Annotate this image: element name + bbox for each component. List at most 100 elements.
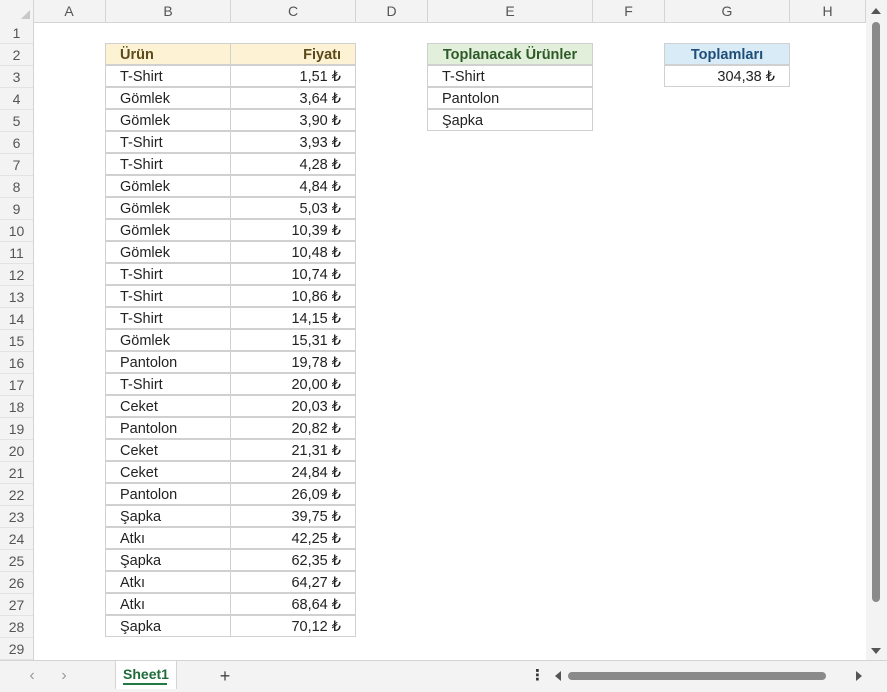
product-cell[interactable]: T-Shirt [105, 285, 231, 307]
product-cell[interactable]: Gömlek [105, 197, 231, 219]
product-cell[interactable]: Şapka [105, 549, 231, 571]
row-header[interactable]: 1 [0, 22, 33, 44]
price-cell[interactable]: 10,39 ₺ [230, 219, 356, 241]
price-cell[interactable]: 15,31 ₺ [230, 329, 356, 351]
price-cell[interactable]: 21,31 ₺ [230, 439, 356, 461]
price-cell[interactable]: 20,00 ₺ [230, 373, 356, 395]
product-cell[interactable]: Ceket [105, 439, 231, 461]
row-header[interactable]: 23 [0, 506, 33, 528]
row-header[interactable]: 22 [0, 484, 33, 506]
price-cell[interactable]: 4,28 ₺ [230, 153, 356, 175]
vertical-scrollbar[interactable] [866, 0, 887, 660]
row-header[interactable]: 19 [0, 418, 33, 440]
row-header[interactable]: 8 [0, 176, 33, 198]
horizontal-scroll-thumb[interactable] [568, 672, 826, 680]
column-header-e[interactable]: E [428, 0, 593, 22]
price-cell[interactable]: 26,09 ₺ [230, 483, 356, 505]
product-cell[interactable]: Gömlek [105, 109, 231, 131]
product-cell[interactable]: T-Shirt [105, 65, 231, 87]
row-header[interactable]: 16 [0, 352, 33, 374]
price-cell[interactable]: 3,93 ₺ [230, 131, 356, 153]
row-header[interactable]: 25 [0, 550, 33, 572]
product-cell[interactable]: Atkı [105, 593, 231, 615]
scroll-down-arrow-icon[interactable] [871, 648, 881, 654]
price-cell[interactable]: 3,90 ₺ [230, 109, 356, 131]
product-cell[interactable]: Gömlek [105, 87, 231, 109]
price-cell[interactable]: 19,78 ₺ [230, 351, 356, 373]
row-header[interactable]: 20 [0, 440, 33, 462]
more-options-icon[interactable]: ⋮ [530, 665, 545, 687]
header-product[interactable]: Ürün [105, 43, 231, 65]
row-header[interactable]: 3 [0, 66, 33, 88]
chevron-right-icon[interactable]: › [53, 665, 75, 687]
price-cell[interactable]: 14,15 ₺ [230, 307, 356, 329]
row-header[interactable]: 28 [0, 616, 33, 638]
price-cell[interactable]: 70,12 ₺ [230, 615, 356, 637]
column-header-f[interactable]: F [593, 0, 665, 22]
price-cell[interactable]: 1,51 ₺ [230, 65, 356, 87]
price-cell[interactable]: 39,75 ₺ [230, 505, 356, 527]
row-header[interactable]: 10 [0, 220, 33, 242]
product-cell[interactable]: Ceket [105, 461, 231, 483]
product-cell[interactable]: Gömlek [105, 175, 231, 197]
price-cell[interactable]: 24,84 ₺ [230, 461, 356, 483]
price-cell[interactable]: 42,25 ₺ [230, 527, 356, 549]
plus-icon[interactable]: + [214, 665, 236, 687]
sum-item-cell[interactable]: Şapka [427, 109, 593, 131]
price-cell[interactable]: 10,86 ₺ [230, 285, 356, 307]
product-cell[interactable]: Atkı [105, 527, 231, 549]
product-cell[interactable]: T-Shirt [105, 373, 231, 395]
select-all-corner[interactable] [0, 0, 34, 22]
price-cell[interactable]: 62,35 ₺ [230, 549, 356, 571]
header-total[interactable]: Toplamları [664, 43, 790, 65]
row-header[interactable]: 4 [0, 88, 33, 110]
sum-item-cell[interactable]: Pantolon [427, 87, 593, 109]
column-header-b[interactable]: B [106, 0, 231, 22]
scroll-up-arrow-icon[interactable] [871, 8, 881, 14]
product-cell[interactable]: Pantolon [105, 483, 231, 505]
row-header[interactable]: 26 [0, 572, 33, 594]
product-cell[interactable]: Pantolon [105, 417, 231, 439]
product-cell[interactable]: Gömlek [105, 241, 231, 263]
row-header[interactable]: 15 [0, 330, 33, 352]
price-cell[interactable]: 5,03 ₺ [230, 197, 356, 219]
row-header[interactable]: 6 [0, 132, 33, 154]
vertical-scroll-thumb[interactable] [872, 22, 880, 602]
row-header[interactable]: 17 [0, 374, 33, 396]
row-header[interactable]: 24 [0, 528, 33, 550]
row-header[interactable]: 13 [0, 286, 33, 308]
chevron-left-icon[interactable]: ‹ [21, 665, 43, 687]
row-header[interactable]: 2 [0, 44, 33, 66]
scroll-right-arrow-icon[interactable] [856, 671, 862, 681]
column-header-h[interactable]: H [790, 0, 866, 22]
product-cell[interactable]: Atkı [105, 571, 231, 593]
sum-item-cell[interactable]: T-Shirt [427, 65, 593, 87]
price-cell[interactable]: 4,84 ₺ [230, 175, 356, 197]
row-header[interactable]: 12 [0, 264, 33, 286]
product-cell[interactable]: Ceket [105, 395, 231, 417]
total-value-cell[interactable]: 304,38 ₺ [664, 65, 790, 87]
price-cell[interactable]: 10,48 ₺ [230, 241, 356, 263]
row-header[interactable]: 27 [0, 594, 33, 616]
product-cell[interactable]: T-Shirt [105, 263, 231, 285]
row-header[interactable]: 21 [0, 462, 33, 484]
product-cell[interactable]: T-Shirt [105, 153, 231, 175]
row-header[interactable]: 9 [0, 198, 33, 220]
product-cell[interactable]: Şapka [105, 615, 231, 637]
column-header-g[interactable]: G [665, 0, 790, 22]
header-sum-items[interactable]: Toplanacak Ürünler [427, 43, 593, 65]
header-price[interactable]: Fiyatı [230, 43, 356, 65]
row-header[interactable]: 14 [0, 308, 33, 330]
price-cell[interactable]: 64,27 ₺ [230, 571, 356, 593]
row-header[interactable]: 5 [0, 110, 33, 132]
product-cell[interactable]: T-Shirt [105, 131, 231, 153]
price-cell[interactable]: 10,74 ₺ [230, 263, 356, 285]
row-header[interactable]: 29 [0, 638, 33, 660]
price-cell[interactable]: 3,64 ₺ [230, 87, 356, 109]
price-cell[interactable]: 68,64 ₺ [230, 593, 356, 615]
horizontal-scrollbar[interactable] [552, 669, 866, 683]
row-header[interactable]: 18 [0, 396, 33, 418]
price-cell[interactable]: 20,82 ₺ [230, 417, 356, 439]
product-cell[interactable]: T-Shirt [105, 307, 231, 329]
product-cell[interactable]: Pantolon [105, 351, 231, 373]
